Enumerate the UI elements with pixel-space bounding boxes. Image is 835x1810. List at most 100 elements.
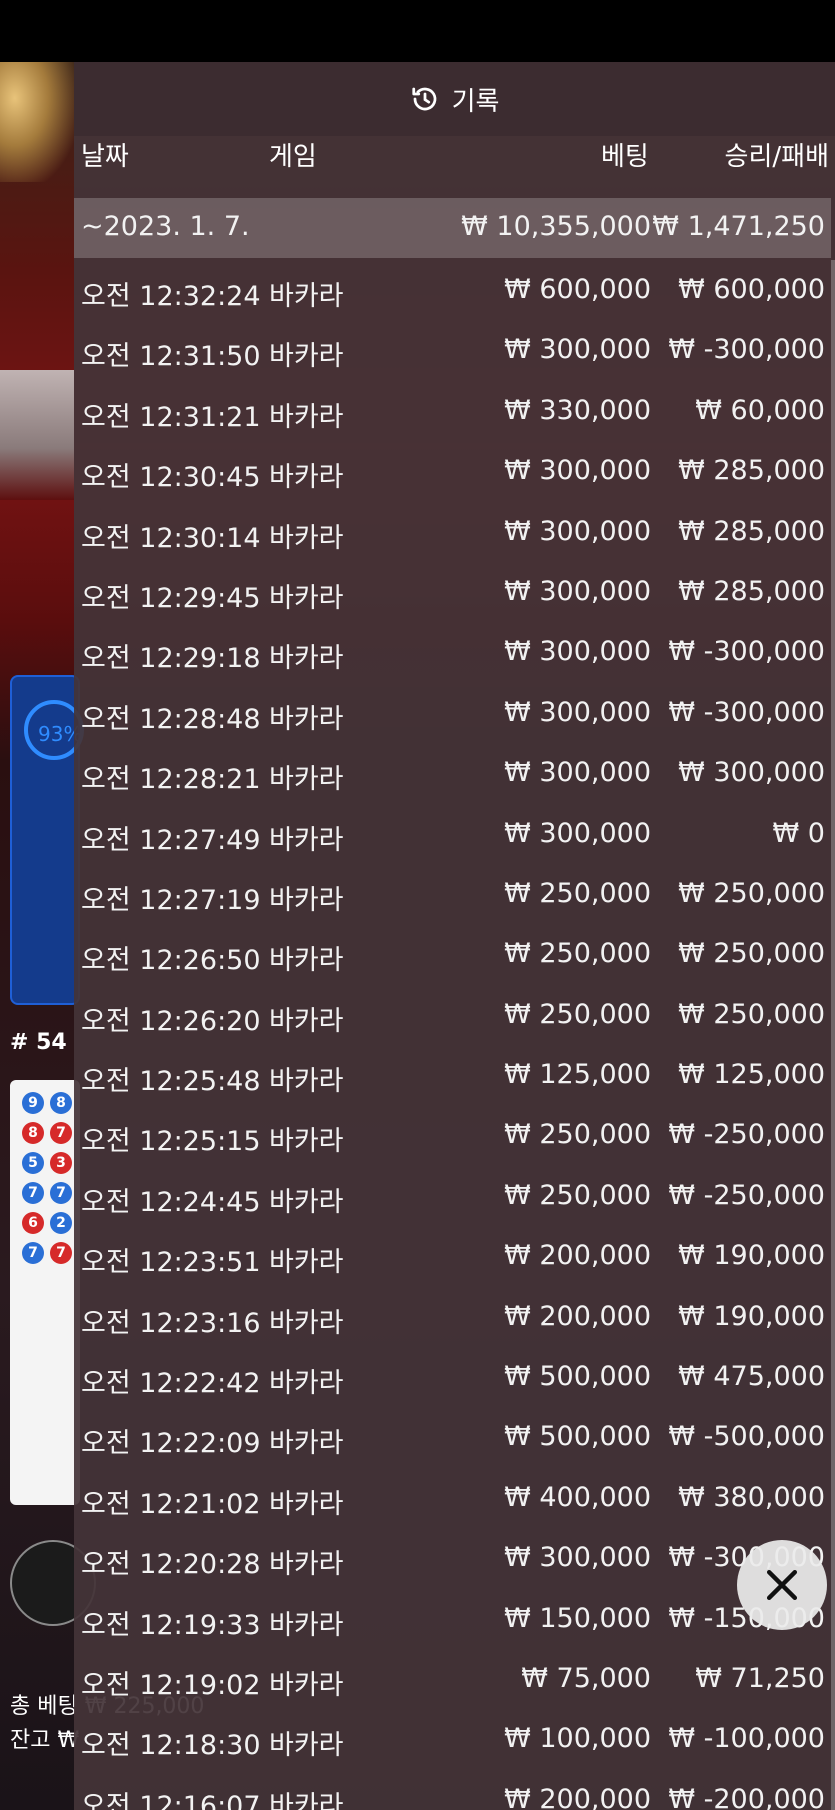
row-result: ₩ 285,000 — [678, 575, 825, 607]
history-row[interactable]: 오전 12:22:09 바카라 ₩ 500,000 ₩ -500,000 — [74, 1405, 831, 1465]
row-game: 바카라 — [269, 1549, 344, 1581]
history-row[interactable]: 오전 12:20:28바카라₩ 300,000₩ -300,000 — [74, 1526, 831, 1586]
row-bet: ₩ 75,000 — [521, 1662, 651, 1694]
row-time: 오전 12:19:33 — [81, 1609, 261, 1641]
row-bet: ₩ 200,000 — [504, 1240, 651, 1272]
row-result: ₩ 71,250 — [695, 1662, 825, 1694]
history-row[interactable]: 오전 12:23:51 바카라 ₩ 200,000 ₩ 190,000 — [74, 1224, 831, 1284]
history-row[interactable]: 오전 12:24:45 바카라 ₩ 250,000 ₩ -250,000 — [74, 1164, 831, 1224]
row-result: ₩ -300,000 — [668, 636, 825, 668]
history-row[interactable]: 오전 12:23:16 바카라 ₩ 200,000 ₩ 190,000 — [74, 1285, 831, 1345]
history-row[interactable]: 오전 12:30:14 바카라 ₩ 300,000 ₩ 285,000 — [74, 500, 831, 560]
row-result: ₩ 250,000 — [678, 877, 825, 909]
row-result: ₩ -300,000 — [668, 334, 825, 366]
history-row[interactable]: 오전 12:18:30 바카라 ₩ 100,000 ₩ -100,000 — [74, 1707, 831, 1767]
row-result: ₩ 190,000 — [678, 1300, 825, 1332]
row-bet: ₩ 400,000 — [504, 1481, 651, 1513]
road-dot: 7 — [50, 1122, 72, 1144]
row-game: 바카라 — [269, 582, 344, 614]
row-bet: ₩ 125,000 — [504, 1059, 651, 1091]
history-row[interactable]: 오전 12:25:48 바카라 ₩ 125,000 ₩ 125,000 — [74, 1043, 831, 1103]
row-time: 오전 12:26:50 — [81, 945, 261, 977]
row-time: 오전 12:26:20 — [81, 1005, 261, 1037]
row-game: 바카라 — [269, 1307, 344, 1339]
row-bet: ₩ 300,000 — [504, 455, 651, 487]
history-row[interactable]: 오전 12:29:18 바카라 ₩ 300,000 ₩ -300,000 — [74, 620, 831, 680]
row-time: 오전 12:28:48 — [81, 703, 261, 735]
summary-row[interactable]: ~2023. 1. 7. ₩ 10,355,000 ₩ 1,471,250 — [74, 198, 831, 258]
round-number: # 54 — [10, 1030, 67, 1055]
row-time: 오전 12:28:21 — [81, 764, 261, 796]
row-bet: ₩ 300,000 — [504, 575, 651, 607]
close-button[interactable] — [737, 1540, 827, 1630]
card-shoe-image — [0, 370, 74, 500]
summary-bet: ₩ 10,355,000 — [461, 211, 651, 242]
row-game: 바카라 — [269, 1488, 344, 1520]
row-bet: ₩ 300,000 — [504, 817, 651, 849]
history-row[interactable]: 오전 12:22:42 바카라 ₩ 500,000 ₩ 475,000 — [74, 1345, 831, 1405]
row-bet: ₩ 250,000 — [504, 1119, 651, 1151]
row-game: 바카라 — [269, 884, 344, 916]
row-bet: ₩ 250,000 — [504, 877, 651, 909]
row-time: 오전 12:31:50 — [81, 341, 261, 373]
row-game: 바카라 — [269, 1247, 344, 1279]
status-bar — [0, 0, 835, 62]
summary-result: ₩ 1,471,250 — [652, 211, 825, 242]
history-row[interactable]: 오전 12:19:02 바카라 ₩ 75,000 ₩ 71,250 — [74, 1647, 831, 1707]
row-result: ₩ 380,000 — [678, 1481, 825, 1513]
row-time: 오전 12:30:45 — [81, 462, 261, 494]
chandelier-image — [0, 62, 74, 182]
row-bet: ₩ 200,000 — [504, 1783, 651, 1810]
history-row[interactable]: 오전 12:27:19 바카라 ₩ 250,000 ₩ 250,000 — [74, 862, 831, 922]
row-game: 바카라 — [269, 1428, 344, 1460]
history-row[interactable]: 오전 12:31:21 바카라 ₩ 330,000 ₩ 60,000 — [74, 379, 831, 439]
row-time: 오전 12:19:02 — [81, 1669, 261, 1701]
row-result: ₩ -100,000 — [668, 1723, 825, 1755]
history-panel: 기록 날짜 게임 베팅 승리/패배 ~2023. 1. 7. ₩ 10,355,… — [74, 62, 835, 1810]
row-result: ₩ 0 — [772, 817, 825, 849]
history-row[interactable]: 오전 12:25:15 바카라 ₩ 250,000 ₩ -250,000 — [74, 1103, 831, 1163]
history-list: 오전 12:32:24 바카라 ₩ 600,000 ₩ 600,000 오전 12:31… — [74, 258, 831, 1810]
scrollbar[interactable] — [831, 260, 835, 1810]
row-result: ₩ -500,000 — [668, 1421, 825, 1453]
row-result: ₩ -250,000 — [668, 1119, 825, 1151]
row-time: 오전 12:16:07 — [81, 1790, 261, 1810]
summary-date: ~2023. 1. 7. — [81, 211, 250, 242]
row-time: 오전 12:29:45 — [81, 582, 261, 614]
row-game: 바카라 — [269, 462, 344, 494]
row-game: 바카라 — [269, 1669, 344, 1701]
history-row[interactable]: 오전 12:32:24 바카라 ₩ 600,000 ₩ 600,000 — [74, 258, 831, 318]
column-header-result: 승리/패배 — [724, 142, 829, 172]
row-time: 오전 12:23:16 — [81, 1307, 261, 1339]
row-time: 오전 12:18:30 — [81, 1730, 261, 1762]
row-result: ₩ 250,000 — [678, 998, 825, 1030]
row-result: ₩ 190,000 — [678, 1240, 825, 1272]
road-dot: 7 — [22, 1242, 44, 1264]
history-row[interactable]: 오전 12:28:48 바카라 ₩ 300,000 ₩ -300,000 — [74, 681, 831, 741]
row-time: 오전 12:31:21 — [81, 401, 261, 433]
row-game: 바카라 — [269, 1066, 344, 1098]
history-row[interactable]: 오전 12:28:21 바카라 ₩ 300,000 ₩ 300,000 — [74, 741, 831, 801]
history-row[interactable]: 오전 12:19:33 바카라 ₩ 150,000 ₩ -150,000 — [74, 1587, 831, 1647]
history-row[interactable]: 오전 12:29:45 바카라 ₩ 300,000 ₩ 285,000 — [74, 560, 831, 620]
history-row[interactable]: 오전 12:16:07 바카라 ₩ 200,000 ₩ -200,000 — [74, 1768, 831, 1810]
history-row[interactable]: 오전 12:21:02 바카라 ₩ 400,000 ₩ 380,000 — [74, 1466, 831, 1526]
row-time: 오전 12:27:49 — [81, 824, 261, 856]
row-game: 바카라 — [269, 764, 344, 796]
row-bet: ₩ 100,000 — [504, 1723, 651, 1755]
row-time: 오전 12:29:18 — [81, 643, 261, 675]
history-row[interactable]: 오전 12:31:50 바카라 ₩ 300,000 ₩ -300,000 — [74, 318, 831, 378]
row-bet: ₩ 600,000 — [504, 274, 651, 305]
balance-text: 잔고 ₩ — [10, 1728, 80, 1753]
row-bet: ₩ 150,000 — [504, 1602, 651, 1634]
row-game: 바카라 — [269, 1609, 344, 1641]
history-row[interactable]: 오전 12:30:45 바카라 ₩ 300,000 ₩ 285,000 — [74, 439, 831, 499]
history-row[interactable]: 오전 12:26:20 바카라 ₩ 250,000 ₩ 250,000 — [74, 983, 831, 1043]
row-bet: ₩ 500,000 — [504, 1361, 651, 1393]
history-row[interactable]: 오전 12:26:50 바카라 ₩ 250,000 ₩ 250,000 — [74, 922, 831, 982]
scoreboard-road[interactable]: 9 8 5 7 6 7 8 7 3 7 2 7 — [10, 1080, 80, 1505]
row-time: 오전 12:23:51 — [81, 1247, 261, 1279]
row-bet: ₩ 500,000 — [504, 1421, 651, 1453]
row-time: 오전 12:21:02 — [81, 1488, 261, 1520]
history-row[interactable]: 오전 12:27:49 바카라 ₩ 300,000 ₩ 0 — [74, 802, 831, 862]
